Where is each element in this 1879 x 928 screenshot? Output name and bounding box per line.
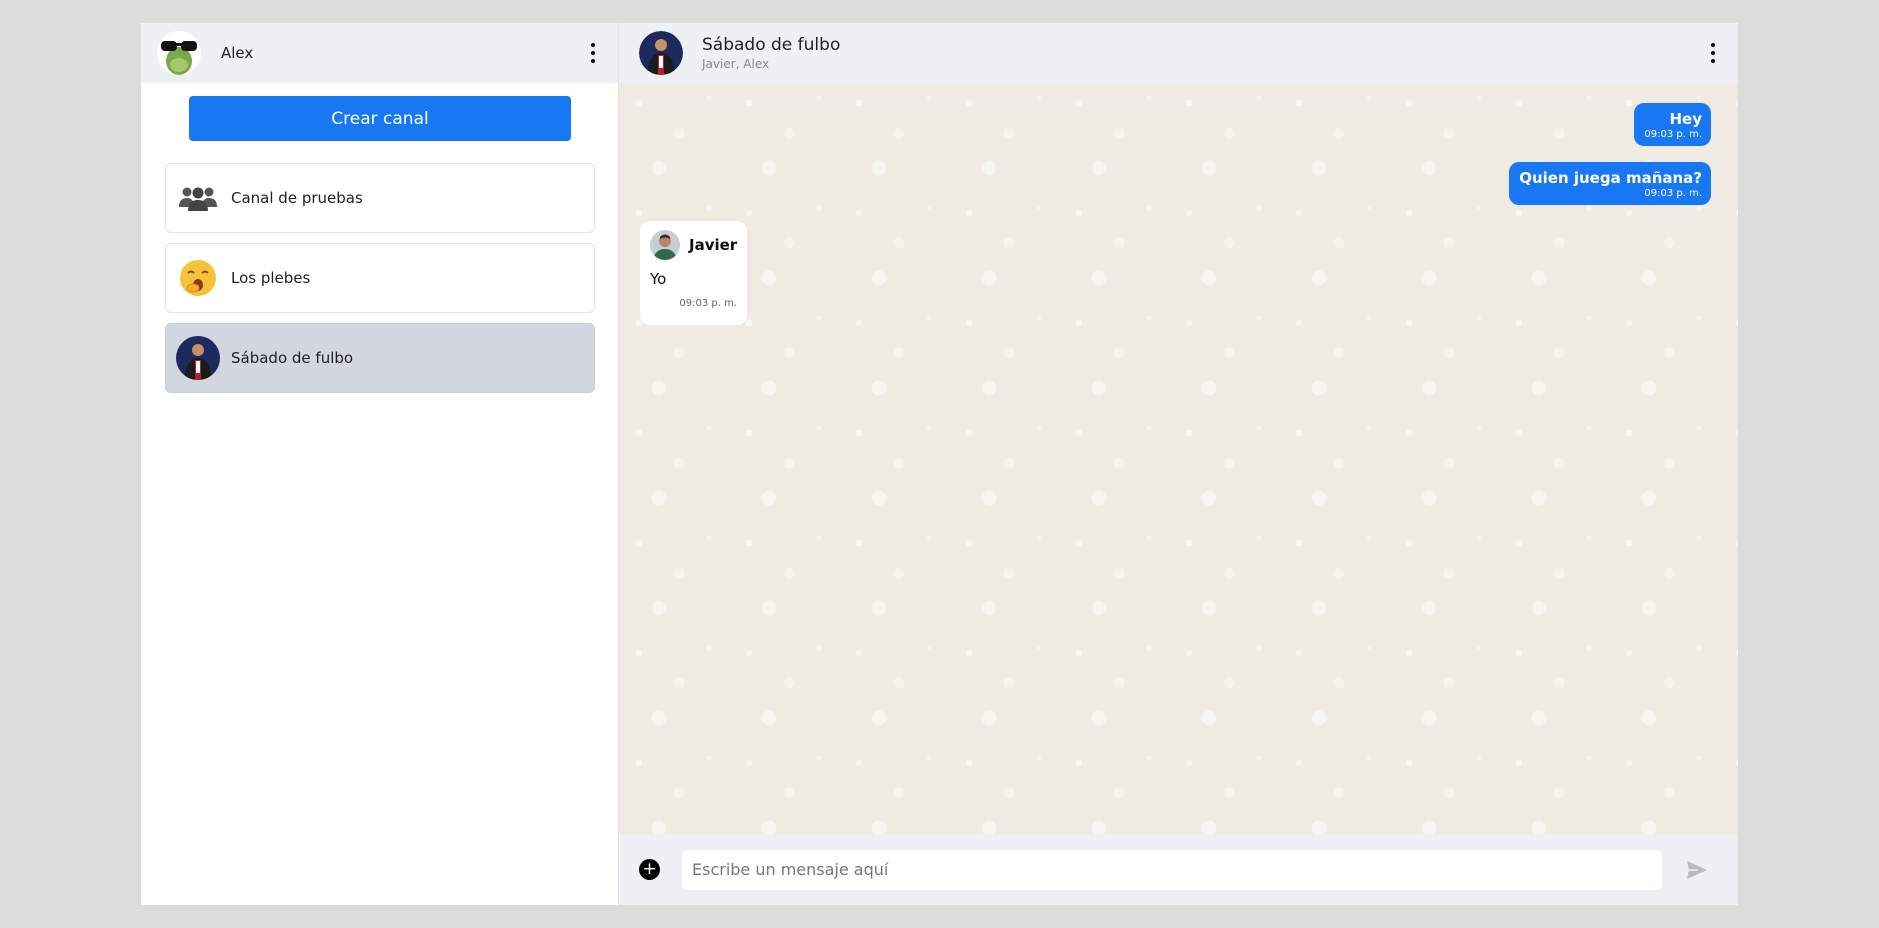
- message-outgoing: Quien juega mañana? 09:03 p. m.: [1509, 162, 1711, 205]
- send-icon[interactable]: [1686, 859, 1708, 881]
- channel-list: Canal de pruebas Los plebes Sábado de fu…: [165, 163, 595, 403]
- channel-label: Sábado de fulbo: [231, 349, 354, 367]
- channel-item-canal-de-pruebas[interactable]: Canal de pruebas: [165, 163, 595, 233]
- message-time: 09:03 p. m.: [1644, 188, 1702, 199]
- chat-menu-icon[interactable]: [1708, 43, 1718, 63]
- chat-footer: +: [619, 834, 1738, 905]
- channel-item-sabado-de-fulbo[interactable]: Sábado de fulbo: [165, 323, 595, 393]
- message-outgoing: Hey 09:03 p. m.: [1634, 103, 1711, 146]
- attach-plus-icon[interactable]: +: [639, 859, 660, 880]
- channel-item-los-plebes[interactable]: Los plebes: [165, 243, 595, 313]
- sender-row: Javier: [650, 230, 737, 260]
- group-icon: [176, 176, 220, 220]
- message-incoming: Javier Yo 09:03 p. m.: [640, 221, 747, 325]
- sidebar: Alex Crear canal Canal de pruebas Los pl…: [141, 23, 619, 905]
- message-area: Hey 09:03 p. m. Quien juega mañana? 09:0…: [619, 83, 1738, 834]
- create-channel-button[interactable]: Crear canal: [189, 96, 571, 141]
- channel-label: Canal de pruebas: [231, 189, 363, 207]
- message-input[interactable]: [682, 849, 1662, 890]
- yawning-emoji-icon: [176, 256, 220, 300]
- message-time: 09:03 p. m.: [679, 298, 737, 309]
- sender-avatar: [650, 230, 680, 260]
- message-text: Yo: [650, 270, 667, 288]
- app-window: Alex Crear canal Canal de pruebas Los pl…: [141, 23, 1738, 905]
- sidebar-header: Alex: [141, 23, 618, 83]
- chat-avatar[interactable]: [639, 31, 683, 75]
- chat-title-group: Sábado de fulbo Javier, Alex: [702, 35, 840, 71]
- message-text: Hey: [1669, 110, 1702, 128]
- user-avatar[interactable]: [157, 31, 201, 75]
- chat-members: Javier, Alex: [702, 57, 770, 71]
- channel-avatar: [176, 336, 220, 380]
- message-time: 09:03 p. m.: [1644, 129, 1702, 140]
- channel-label: Los plebes: [231, 269, 311, 287]
- message-text: Quien juega mañana?: [1519, 169, 1702, 187]
- sender-name: Javier: [689, 236, 738, 254]
- chat-panel: Sábado de fulbo Javier, Alex Hey 09:03 p…: [619, 23, 1738, 905]
- sidebar-menu-icon[interactable]: [588, 43, 598, 63]
- chat-title: Sábado de fulbo: [702, 35, 841, 55]
- user-name: Alex: [221, 44, 254, 62]
- chat-header: Sábado de fulbo Javier, Alex: [619, 23, 1738, 83]
